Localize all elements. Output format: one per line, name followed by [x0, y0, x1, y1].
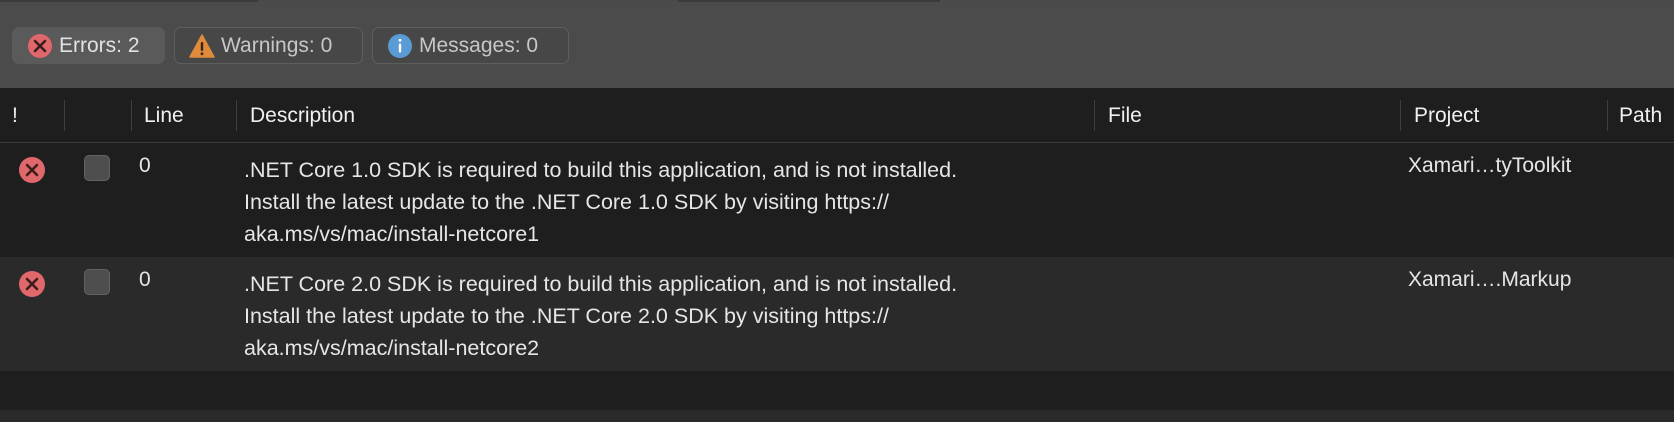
- row-line-number: 0: [139, 268, 151, 291]
- column-severity[interactable]: !: [12, 88, 18, 143]
- table-header: ! Line Description File Project Path: [0, 88, 1674, 143]
- errors-filter-button[interactable]: Errors: 2: [12, 27, 165, 64]
- column-line[interactable]: Line: [144, 88, 184, 143]
- column-project[interactable]: Project: [1414, 88, 1479, 143]
- empty-row: [0, 371, 1674, 410]
- row-project: Xamari…tyToolkit: [1408, 154, 1572, 177]
- column-path[interactable]: Path: [1619, 88, 1662, 143]
- column-divider[interactable]: [1400, 100, 1401, 131]
- row-description: .NET Core 2.0 SDK is required to build t…: [244, 268, 957, 364]
- info-icon: [387, 33, 413, 59]
- column-file[interactable]: File: [1108, 88, 1142, 143]
- column-divider[interactable]: [236, 100, 237, 131]
- messages-filter-button[interactable]: Messages: 0: [372, 27, 569, 64]
- warnings-filter-label: Warnings: 0: [221, 33, 333, 57]
- error-icon: [18, 270, 46, 298]
- column-description[interactable]: Description: [250, 88, 355, 143]
- warning-icon: [189, 33, 215, 59]
- warnings-filter-button[interactable]: Warnings: 0: [174, 27, 363, 64]
- description-line: aka.ms/vs/mac/install-netcore2: [244, 336, 540, 360]
- description-line: Install the latest update to the .NET Co…: [244, 190, 889, 214]
- error-list-toolbar: Errors: 2 Warnings: 0 Messages: 0: [0, 0, 1674, 88]
- description-line: aka.ms/vs/mac/install-netcore1: [244, 222, 540, 246]
- description-line: Install the latest update to the .NET Co…: [244, 304, 889, 328]
- empty-row: [0, 410, 1674, 422]
- column-divider[interactable]: [1094, 100, 1095, 131]
- row-description: .NET Core 1.0 SDK is required to build t…: [244, 154, 957, 250]
- error-icon: [18, 156, 46, 184]
- row-line-number: 0: [139, 154, 151, 177]
- column-divider[interactable]: [131, 100, 132, 131]
- row-checkbox[interactable]: [84, 269, 110, 295]
- error-icon: [27, 33, 53, 59]
- messages-filter-label: Messages: 0: [419, 33, 539, 57]
- column-divider[interactable]: [1607, 100, 1608, 131]
- errors-filter-label: Errors: 2: [59, 33, 140, 57]
- top-tab-strip: [0, 0, 1674, 2]
- table-row[interactable]: 0 .NET Core 1.0 SDK is required to build…: [0, 143, 1674, 257]
- row-checkbox[interactable]: [84, 155, 110, 181]
- description-line: .NET Core 1.0 SDK is required to build t…: [244, 158, 958, 182]
- column-divider[interactable]: [64, 100, 65, 131]
- table-row[interactable]: 0 .NET Core 2.0 SDK is required to build…: [0, 257, 1674, 371]
- description-line: .NET Core 2.0 SDK is required to build t…: [244, 272, 958, 296]
- row-project: Xamari….Markup: [1408, 268, 1572, 291]
